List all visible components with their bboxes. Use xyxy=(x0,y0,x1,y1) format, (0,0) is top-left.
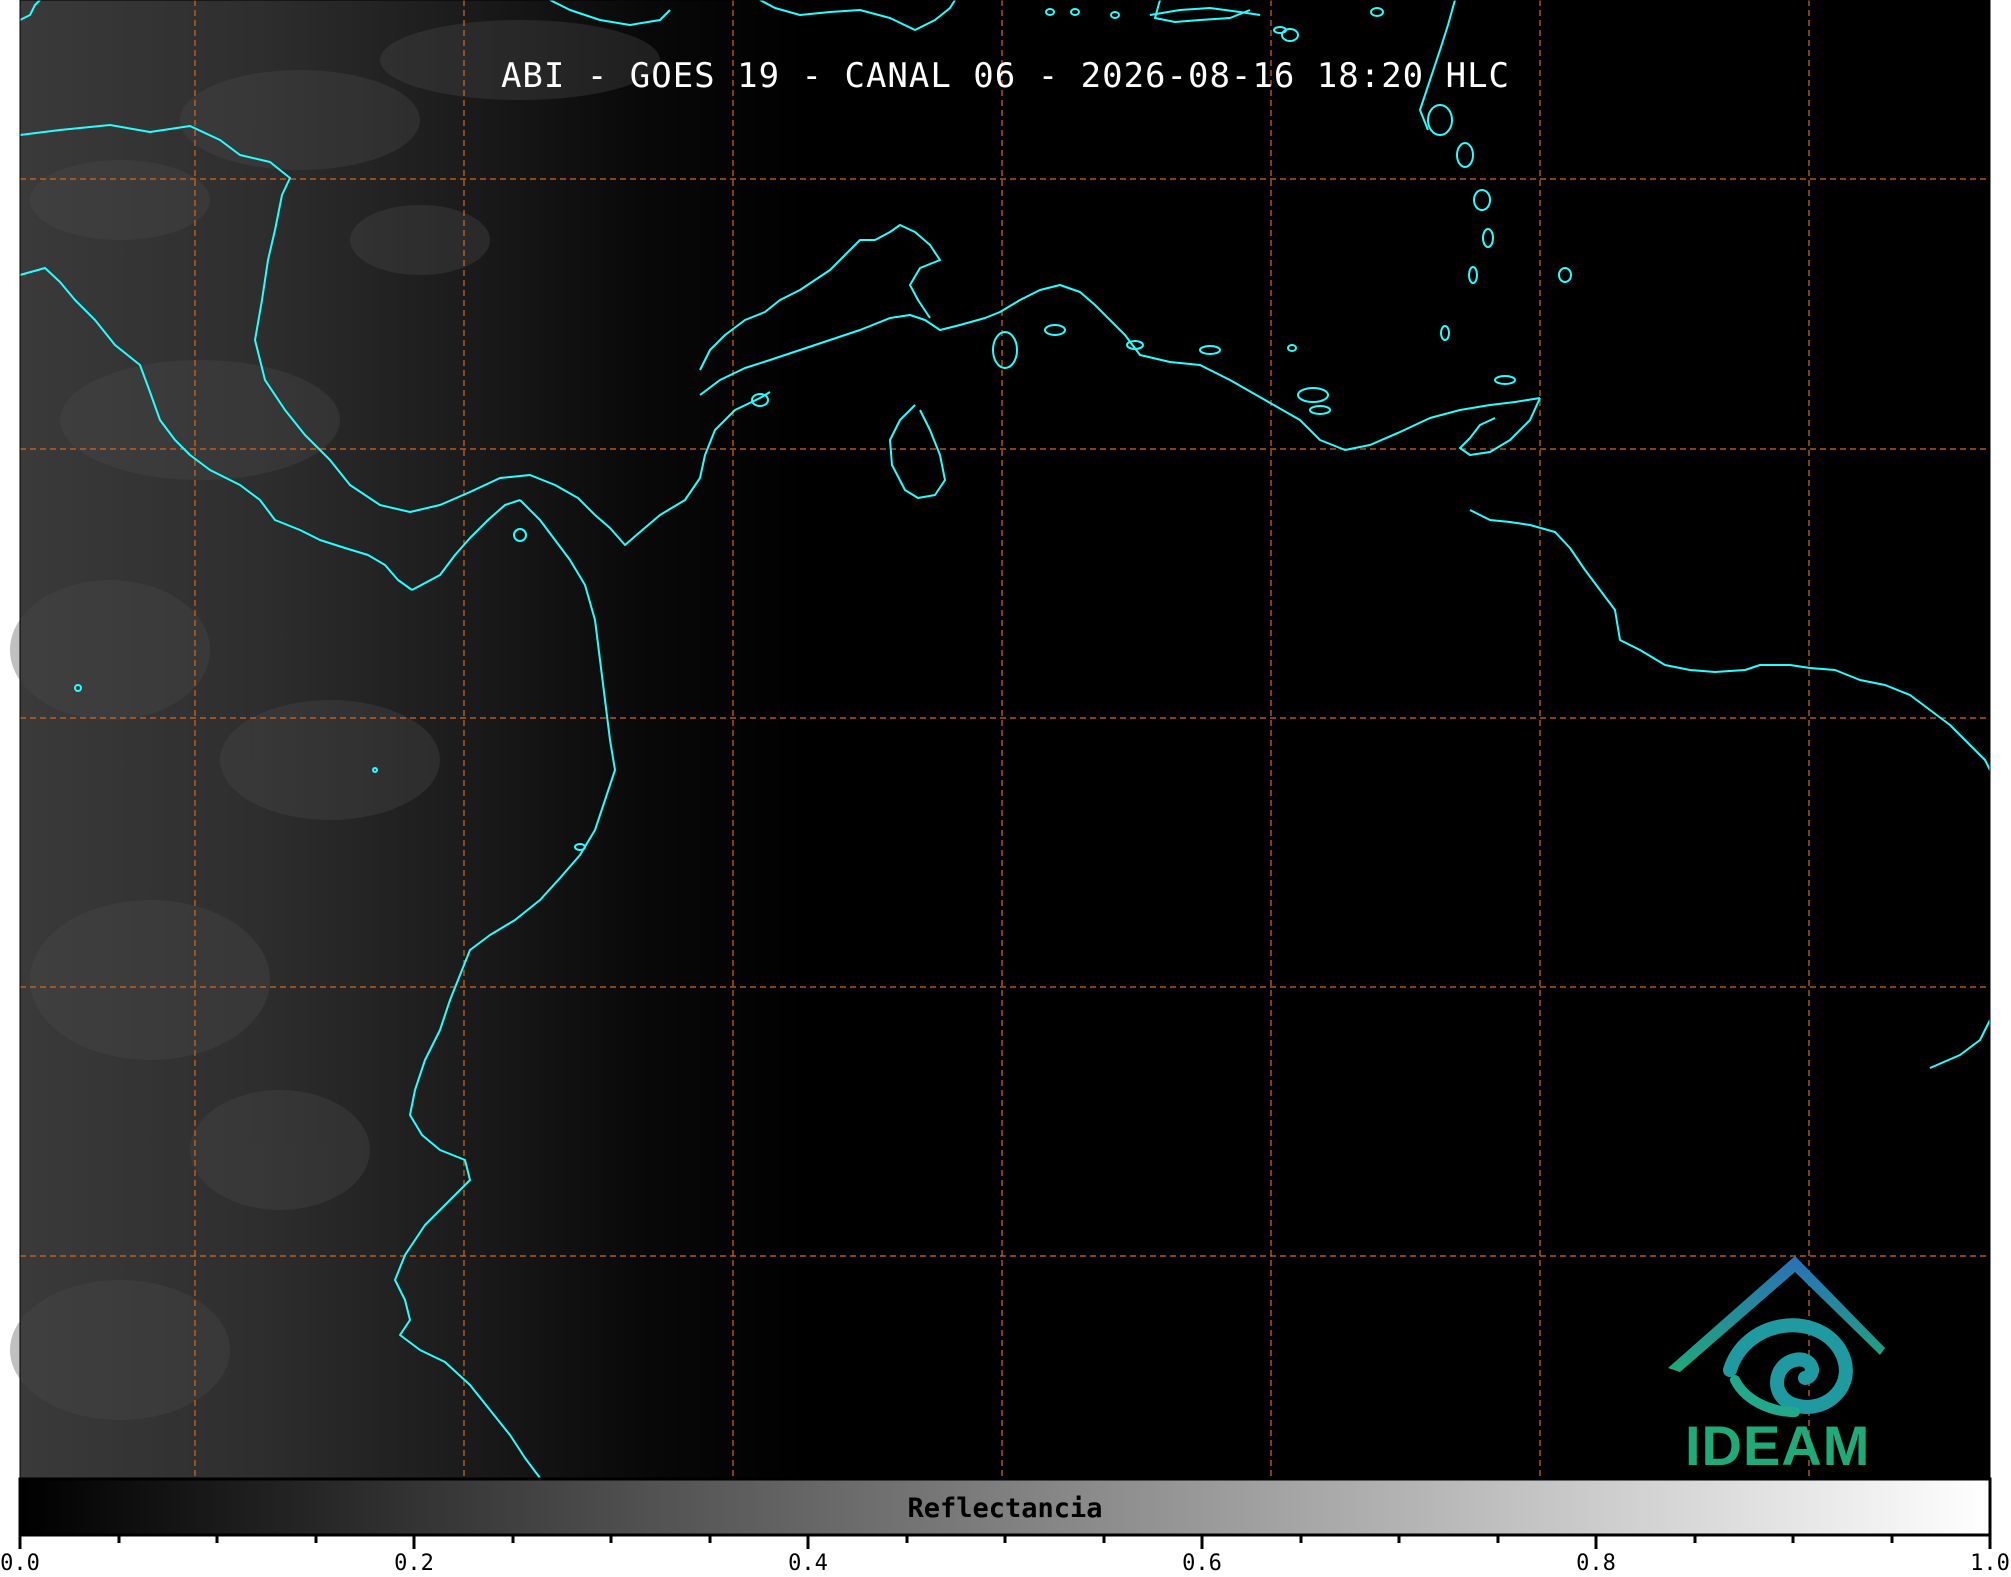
ideam-logo-text: IDEAM xyxy=(1685,1414,1871,1477)
colorbar-tick-label: 0.6 xyxy=(1182,1551,1222,1576)
colorbar-label: Reflectancia xyxy=(907,1493,1103,1524)
colorbar-tick-label: 0.4 xyxy=(788,1551,828,1576)
colorbar-tick-label: 0.0 xyxy=(0,1551,40,1576)
map-title: ABI - GOES 19 - CANAL 06 - 2026-08-16 18… xyxy=(500,56,1511,96)
colorbar-ticks xyxy=(18,1535,1992,1549)
colorbar-tick-label: 1.0 xyxy=(1970,1551,2010,1576)
colorbar-tick-label: 0.8 xyxy=(1576,1551,1616,1576)
colorbar-tick-label: 0.2 xyxy=(394,1551,434,1576)
satellite-map xyxy=(10,0,1992,1549)
